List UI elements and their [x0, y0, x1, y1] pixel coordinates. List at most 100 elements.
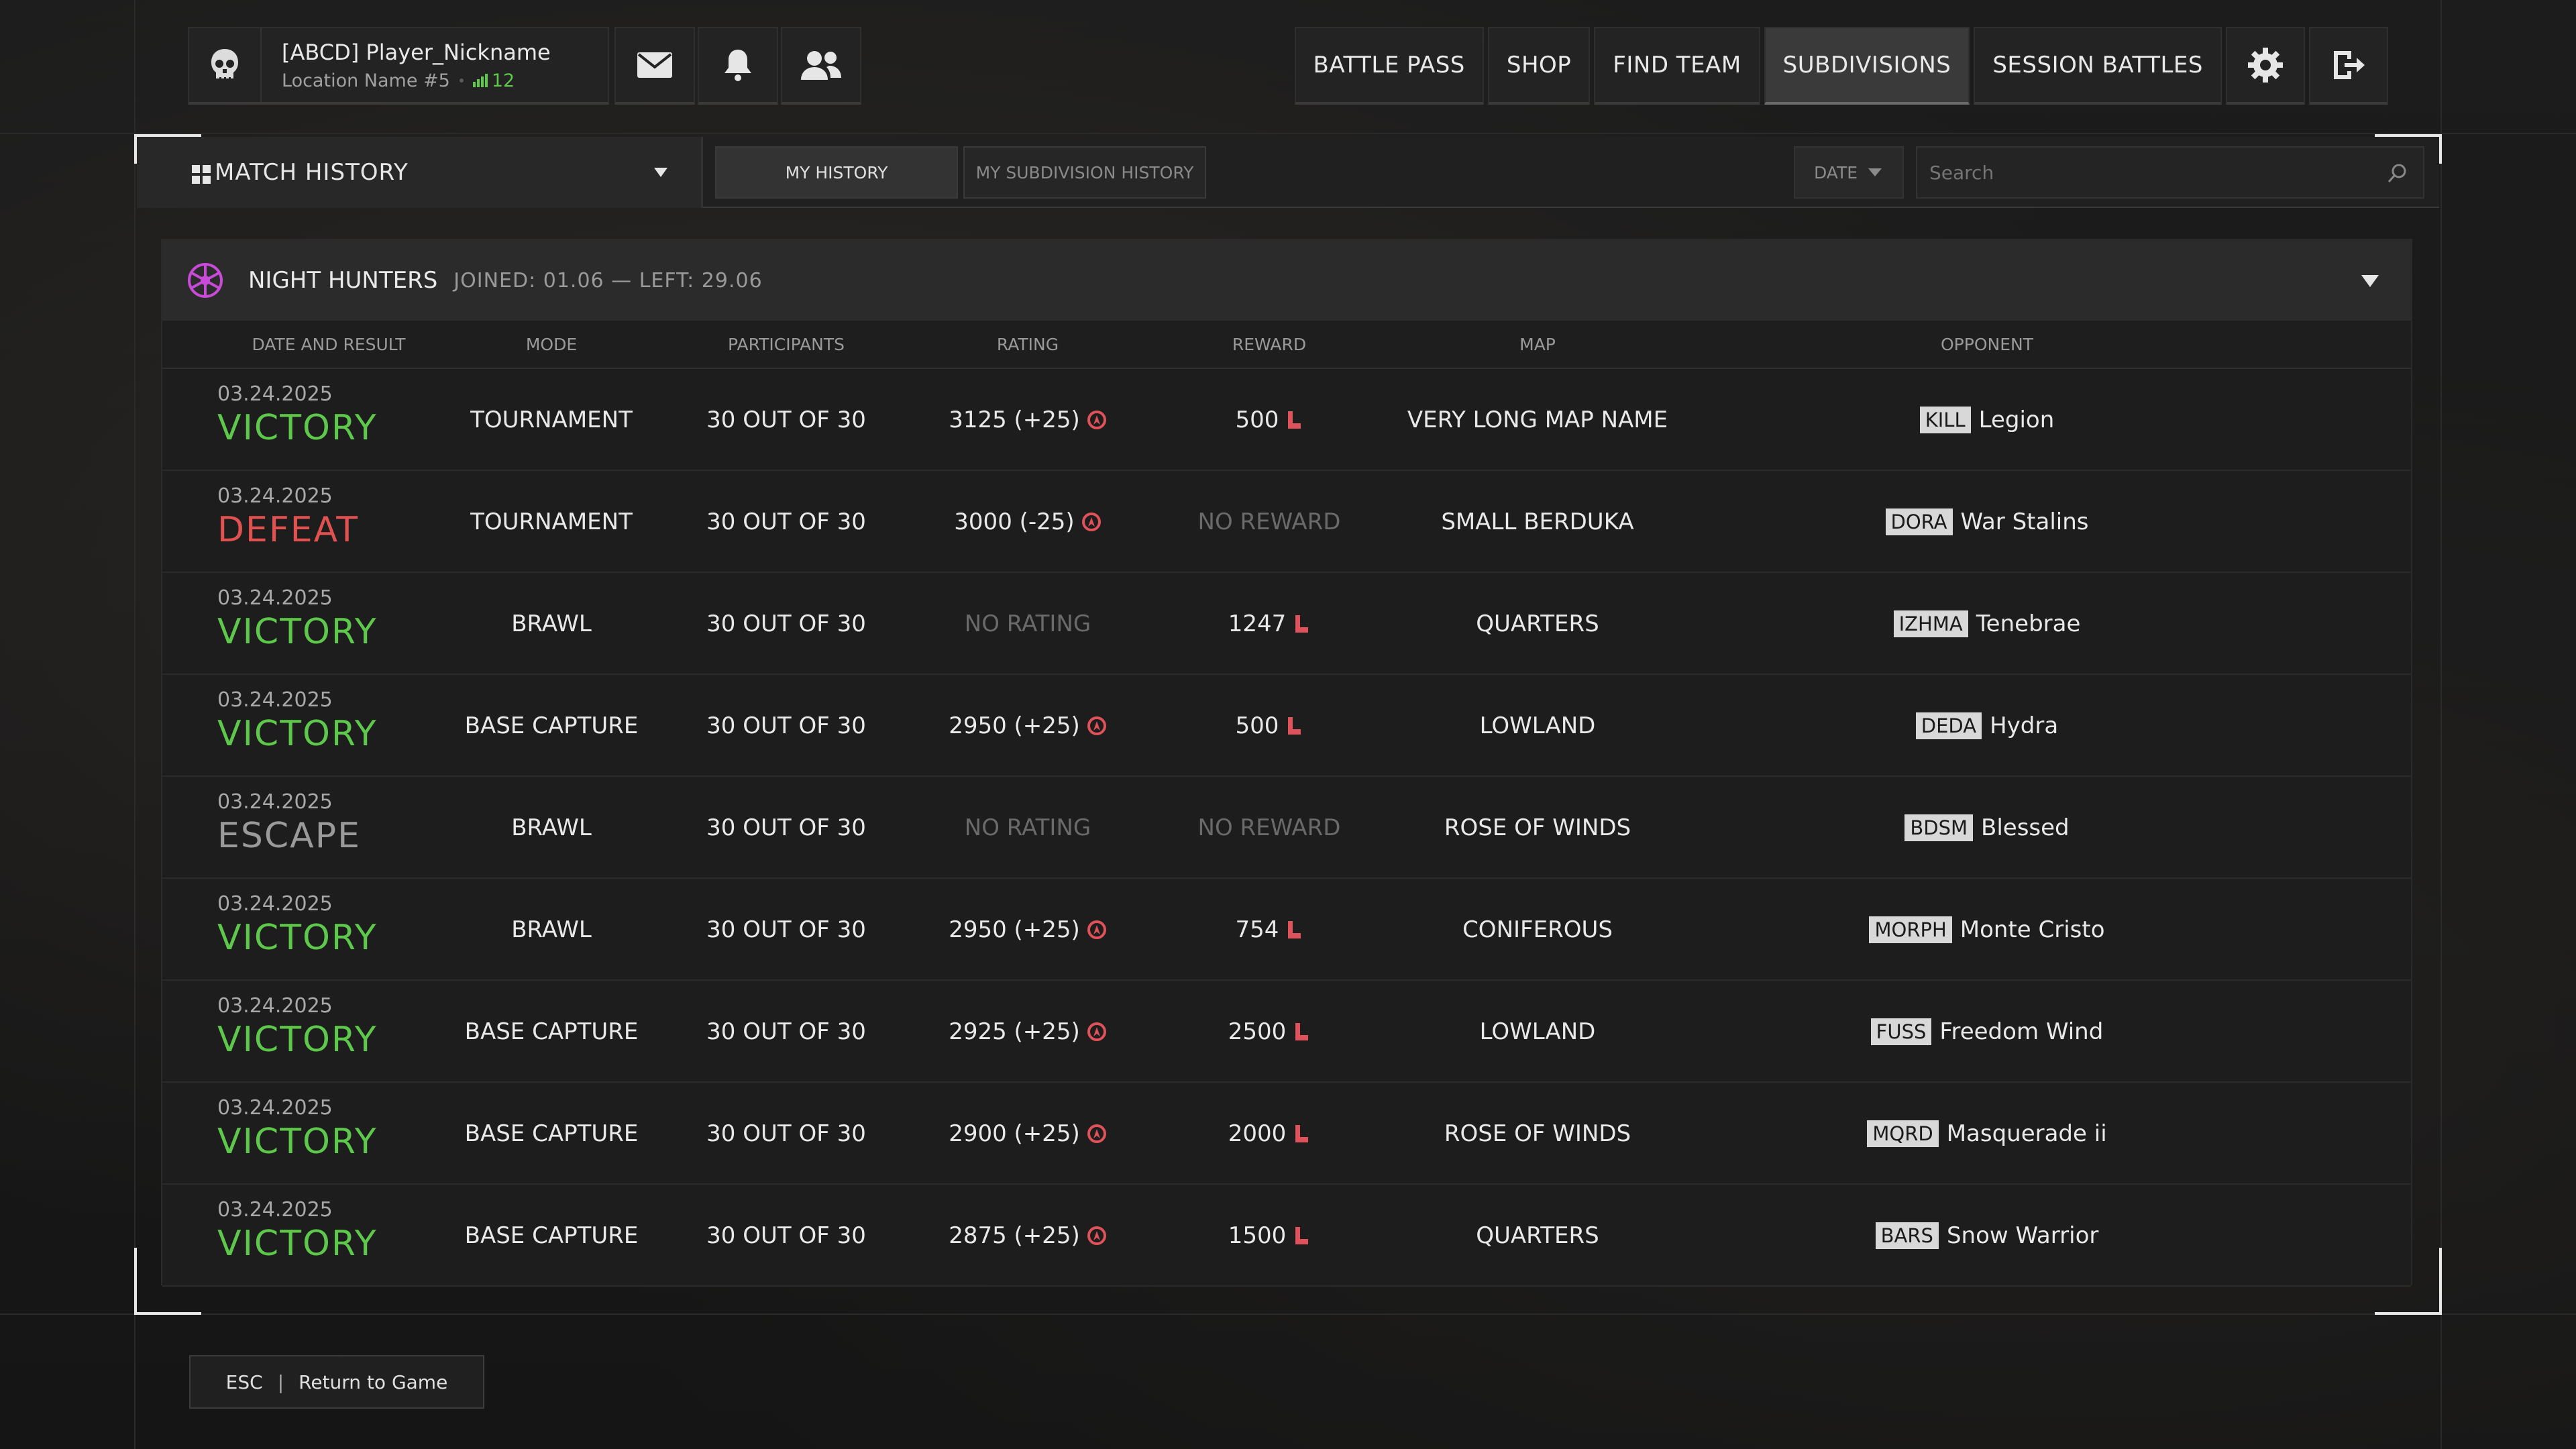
collapse-caret-icon[interactable]: [2361, 275, 2379, 287]
match-mode: TOURNAMENT: [470, 407, 633, 433]
table-row[interactable]: 03.24.2025 VICTORY BASE CAPTURE 30 OUT OF 3…: [162, 1185, 2411, 1287]
mail-icon: [637, 52, 672, 78]
rating-icon: [1081, 513, 1101, 531]
match-map: QUARTERS: [1476, 610, 1599, 637]
match-date: 03.24.2025: [217, 892, 333, 916]
match-mode: BRAWL: [511, 916, 592, 943]
match-history-dropdown[interactable]: MATCH HISTORY: [137, 137, 703, 208]
friends-button[interactable]: [781, 27, 861, 105]
subdivision-name: NIGHT HUNTERS: [248, 267, 438, 294]
table-row[interactable]: 03.24.2025 VICTORY BRAWL 30 OUT OF 30 2950 (…: [162, 879, 2411, 981]
column-header: REWARD: [1232, 334, 1307, 354]
search-box[interactable]: [1916, 146, 2424, 199]
esc-key-label: ESC: [225, 1371, 263, 1393]
return-label: Return to Game: [299, 1371, 448, 1393]
opponent-tag: DEDA: [1915, 712, 1982, 739]
opponent-name: Monte Cristo: [1960, 916, 2105, 943]
return-to-game-button[interactable]: ESC | Return to Game: [189, 1355, 484, 1409]
match-date: 03.24.2025: [217, 790, 333, 814]
settings-button[interactable]: [2226, 27, 2305, 105]
match-result: VICTORY: [217, 918, 378, 958]
table-row[interactable]: 03.24.2025 ESCAPE BRAWL 30 OUT OF 30 NO RATI…: [162, 777, 2411, 879]
toolbar: MATCH HISTORY MY HISTORY MY SUBDIVISION …: [137, 137, 2439, 208]
opponent-tag: DORA: [1885, 508, 1953, 535]
match-rating: 2925 (+25): [949, 1018, 1080, 1045]
rating-icon: [1087, 716, 1106, 735]
opponent-tag: FUSS: [1870, 1018, 1932, 1045]
rating-icon: [1087, 920, 1106, 939]
match-reward: 1500: [1228, 1222, 1287, 1249]
table-row[interactable]: 03.24.2025 VICTORY BASE CAPTURE 30 OUT OF 3…: [162, 1083, 2411, 1185]
opponent-tag: MQRD: [1867, 1120, 1939, 1147]
match-date: 03.24.2025: [217, 586, 333, 610]
subdivision-header[interactable]: NIGHT HUNTERS JOINED: 01.06 — LEFT: 29.0…: [162, 240, 2411, 321]
subdivision-emblem-icon: [188, 263, 223, 298]
opponent-name: Legion: [1978, 407, 2055, 433]
rating-icon: [1087, 411, 1106, 429]
table-row[interactable]: 03.24.2025 VICTORY BASE CAPTURE 30 OUT OF 3…: [162, 981, 2411, 1083]
opponent-name: Freedom Wind: [1939, 1018, 2104, 1045]
nav-subdivisions[interactable]: SUBDIVISIONS: [1764, 27, 1970, 105]
match-reward: 2000: [1228, 1120, 1287, 1147]
rating-icon: [1087, 1226, 1106, 1245]
match-rating: 2950 (+25): [949, 916, 1080, 943]
match-mode: BRAWL: [511, 610, 592, 637]
separator-dot: [459, 78, 464, 83]
friends-icon: [801, 51, 841, 80]
nav-battle-pass[interactable]: BATTLE PASS: [1294, 27, 1484, 105]
date-sort-label: DATE: [1814, 162, 1858, 182]
signal-icon: [472, 74, 488, 87]
nav-shop[interactable]: SHOP: [1487, 27, 1591, 105]
table-row[interactable]: 03.24.2025 VICTORY TOURNAMENT 30 OUT OF 30 3…: [162, 369, 2411, 471]
match-map: SMALL BERDUKA: [1441, 508, 1634, 535]
match-map: LOWLAND: [1479, 1018, 1596, 1045]
match-reward: 500: [1235, 407, 1279, 433]
match-mode: BASE CAPTURE: [464, 1222, 639, 1249]
gear-icon: [2248, 48, 2283, 83]
table-row[interactable]: 03.24.2025 VICTORY BASE CAPTURE 30 OUT OF 3…: [162, 675, 2411, 777]
date-sort-select[interactable]: DATE: [1794, 146, 1904, 199]
tab-my-history[interactable]: MY HISTORY: [715, 146, 958, 199]
opponent-name: War Stalins: [1960, 508, 2089, 535]
table-header: DATE AND RESULT MODE PARTICIPANTS RATING…: [162, 321, 2411, 369]
match-date: 03.24.2025: [217, 1198, 333, 1222]
nav-find-team[interactable]: FIND TEAM: [1594, 27, 1760, 105]
nav-session-battles[interactable]: SESSION BATTLES: [1974, 27, 2222, 105]
match-mode: BASE CAPTURE: [464, 1018, 639, 1045]
match-date: 03.24.2025: [217, 1096, 333, 1120]
top-bar: [ABCD] Player_Nickname Location Name #5 …: [188, 27, 2388, 107]
opponent-tag: KILL: [1919, 407, 1971, 433]
player-level: 12: [491, 70, 515, 91]
match-mode: BASE CAPTURE: [464, 712, 639, 739]
opponent-name: Blessed: [1981, 814, 2070, 841]
match-rating: 2875 (+25): [949, 1222, 1080, 1249]
subdivision-card: NIGHT HUNTERS JOINED: 01.06 — LEFT: 29.0…: [161, 239, 2412, 1287]
table-row[interactable]: 03.24.2025 DEFEAT TOURNAMENT 30 OUT OF 30 30…: [162, 471, 2411, 573]
mail-button[interactable]: [614, 27, 695, 105]
column-header: PARTICIPANTS: [727, 334, 845, 354]
exit-button[interactable]: [2309, 27, 2388, 105]
player-location: Location Name #5: [282, 70, 450, 91]
match-rating: NO RATING: [964, 814, 1091, 841]
match-map: CONIFEROUS: [1462, 916, 1613, 943]
search-input[interactable]: [1929, 161, 2359, 184]
match-result: VICTORY: [217, 612, 378, 652]
match-reward: 1247: [1228, 610, 1287, 637]
chevron-down-icon: [654, 168, 667, 177]
match-result: VICTORY: [217, 1224, 378, 1264]
player-card[interactable]: [ABCD] Player_Nickname Location Name #5 …: [188, 27, 609, 105]
search-icon[interactable]: [2387, 162, 2408, 184]
column-header: DATE AND RESULT: [252, 334, 406, 354]
match-map: ROSE OF WINDS: [1444, 814, 1631, 841]
match-mode: BRAWL: [511, 814, 592, 841]
column-header: OPPONENT: [1941, 334, 2033, 354]
tab-my-subdivision-history[interactable]: MY SUBDIVISION HISTORY: [963, 146, 1206, 199]
column-header: MODE: [525, 334, 578, 354]
match-rating: 2950 (+25): [949, 712, 1080, 739]
currency-icon: [1295, 1125, 1309, 1142]
currency-icon: [1295, 1023, 1309, 1040]
match-participants: 30 OUT OF 30: [706, 407, 866, 433]
opponent-name: Masquerade ii: [1946, 1120, 2107, 1147]
notifications-button[interactable]: [698, 27, 778, 105]
table-row[interactable]: 03.24.2025 VICTORY BRAWL 30 OUT OF 30 NO RAT…: [162, 573, 2411, 675]
